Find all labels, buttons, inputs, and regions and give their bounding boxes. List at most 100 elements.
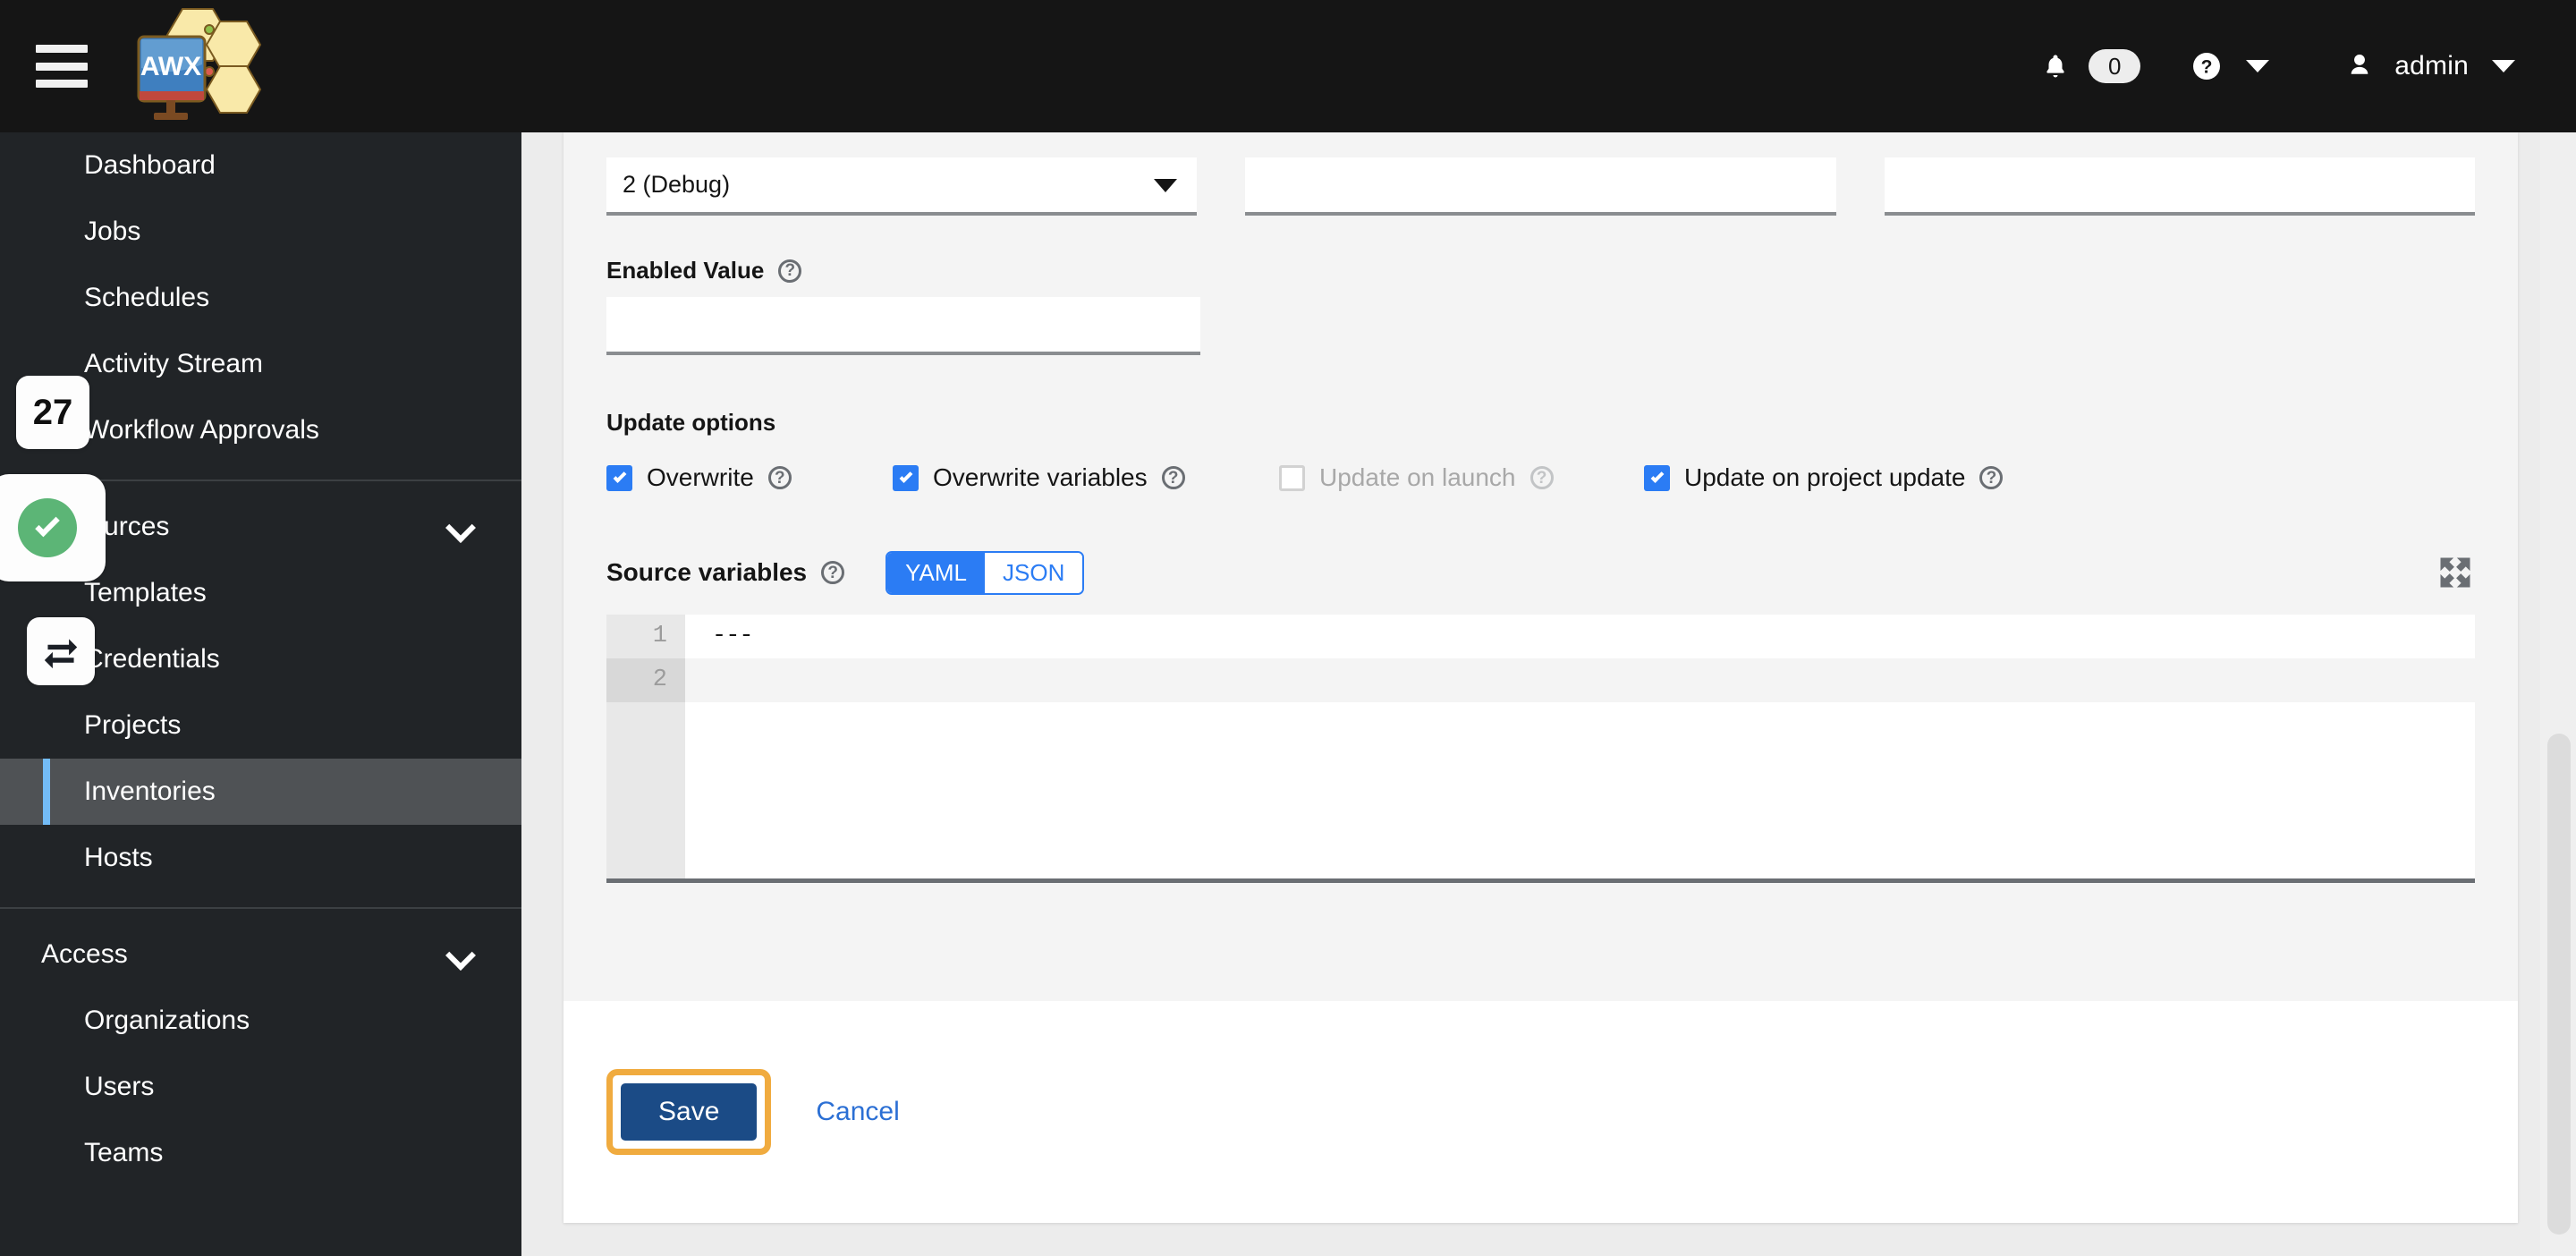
checkbox-box[interactable] (1644, 464, 1670, 491)
checkbox-label: Update on project update (1684, 463, 1966, 491)
awx-logo[interactable]: AWX (127, 4, 306, 129)
sidebar-divider (0, 907, 521, 909)
sidebar-item-label: Workflow Approvals (84, 415, 319, 445)
enabled-value-input[interactable] (606, 297, 1200, 355)
sidebar-item-jobs[interactable]: Jobs (0, 199, 521, 265)
enabled-value-field: Enabled Value ? (606, 257, 1200, 355)
sidebar-navigation: Dashboard Jobs Schedules Activity Stream… (0, 132, 521, 1256)
checkbox-overwrite[interactable]: Overwrite ? (606, 463, 893, 492)
source-variables-section: Source variables ? YAML JSON 1 2 --- (564, 551, 2518, 883)
inventory-source-form-card: 2 (Debug) Enabled Value ? Update options… (564, 132, 2518, 1223)
sidebar-group-resources: Templates Credentials Projects Inventori… (0, 560, 521, 891)
source-variables-label: Source variables (606, 558, 808, 587)
question-circle-icon: ? (2193, 53, 2221, 80)
format-toggle-group: YAML JSON (886, 551, 1085, 595)
cancel-button[interactable]: Cancel (816, 1097, 899, 1127)
help-icon[interactable]: ? (1530, 466, 1554, 489)
form-actions-footer: Save Cancel (564, 1001, 2518, 1223)
main-content: 2 (Debug) Enabled Value ? Update options… (521, 132, 2576, 1256)
sidebar-item-label: Hosts (84, 843, 153, 872)
check-mark (35, 512, 60, 538)
sidebar-item-label: Dashboard (84, 150, 216, 180)
user-name-label: admin (2394, 51, 2469, 81)
hamburger-menu-icon[interactable] (36, 45, 88, 88)
step-number-badge: 27 (16, 376, 89, 449)
expand-arrows-icon[interactable] (2436, 553, 2475, 592)
field-c-input[interactable] (1884, 157, 2475, 216)
sidebar-item-organizations[interactable]: Organizations (0, 988, 521, 1054)
sidebar-item-teams[interactable]: Teams (0, 1120, 521, 1186)
sidebar-item-dashboard[interactable]: Dashboard (0, 132, 521, 199)
field-b-input[interactable] (1245, 157, 1836, 216)
sidebar-item-users[interactable]: Users (0, 1054, 521, 1120)
sidebar-item-label: Organizations (84, 1006, 250, 1035)
help-icon[interactable]: ? (767, 466, 792, 489)
sidebar-section-access[interactable]: Access (0, 921, 521, 988)
bell-icon (2046, 55, 2064, 78)
sidebar-item-label: Schedules (84, 283, 210, 312)
sidebar-section-label: Access (41, 939, 128, 969)
swap-arrows-glyph (44, 639, 78, 669)
sidebar-item-label: Users (84, 1072, 155, 1101)
svg-text:?: ? (2201, 57, 2213, 78)
hamburger-bar (36, 45, 88, 53)
editor-gutter: 1 2 (606, 614, 685, 878)
sidebar-item-inventories[interactable]: Inventories (0, 759, 521, 825)
checkbox-label: Overwrite (647, 463, 754, 491)
verbosity-field: 2 (Debug) (606, 157, 1198, 216)
sidebar-item-label: Inventories (84, 777, 216, 806)
format-toggle-yaml[interactable]: YAML (887, 553, 985, 593)
sidebar-item-projects[interactable]: Projects (0, 692, 521, 759)
editor-line-number: 1 (652, 622, 667, 649)
update-options-checkbox-row: Overwrite ? Overwrite variables ? Update… (606, 463, 2475, 492)
notifications-button[interactable] (2021, 0, 2081, 132)
caret-down-icon[interactable] (2492, 60, 2515, 72)
sidebar-item-label: Credentials (84, 644, 220, 674)
svg-text:AWX: AWX (140, 52, 201, 81)
sidebar-item-label: Templates (84, 578, 207, 607)
chevron-down-icon[interactable] (448, 515, 471, 539)
checkbox-box[interactable] (893, 464, 919, 491)
notification-count-badge[interactable]: 0 (2089, 49, 2141, 83)
sidebar-item-schedules[interactable]: Schedules (0, 265, 521, 331)
source-variables-editor[interactable]: 1 2 --- (606, 614, 2475, 883)
hamburger-bar (36, 80, 88, 88)
checkbox-box[interactable] (606, 464, 632, 491)
help-icon[interactable]: ? (1979, 466, 2004, 489)
format-toggle-json[interactable]: JSON (985, 553, 1083, 593)
help-icon[interactable]: ? (821, 561, 845, 585)
caret-down-icon[interactable] (1154, 178, 1178, 192)
save-button[interactable]: Save (621, 1083, 758, 1141)
form-row-top: 2 (Debug) (564, 132, 2518, 216)
swap-arrows-icon[interactable] (27, 617, 95, 685)
checkbox-update-on-project-update[interactable]: Update on project update ? (1644, 463, 2004, 492)
editor-line[interactable] (685, 658, 2475, 702)
update-options-section: Update options Overwrite ? Overwrite var… (564, 409, 2518, 492)
masthead-toolbar: 0 ? admin (2021, 0, 2524, 132)
form-row-enabled-value: Enabled Value ? (564, 257, 2518, 355)
checkbox-overwrite-variables[interactable]: Overwrite variables ? (893, 463, 1279, 492)
editor-line[interactable]: --- (685, 615, 2475, 658)
user-menu-button[interactable]: admin (2335, 0, 2524, 132)
checkbox-update-on-launch: Update on launch ? (1279, 463, 1644, 492)
help-icon[interactable]: ? (1161, 466, 1185, 489)
help-icon[interactable]: ? (778, 259, 802, 283)
enabled-value-label-row: Enabled Value ? (606, 257, 1200, 284)
checkbox-box (1279, 464, 1305, 491)
page-scrollbar-thumb[interactable] (2547, 734, 2571, 1235)
enabled-value-label: Enabled Value (606, 257, 765, 284)
green-check-circle-icon (0, 474, 106, 581)
verbosity-select[interactable]: 2 (Debug) (606, 157, 1198, 216)
help-button[interactable]: ? (2182, 0, 2278, 132)
save-button-highlight: Save (606, 1069, 772, 1155)
sidebar-item-hosts[interactable]: Hosts (0, 825, 521, 891)
sidebar-item-label: Teams (84, 1138, 164, 1167)
checkbox-label: Overwrite variables (933, 463, 1148, 491)
editor-code-area[interactable]: --- (685, 615, 2475, 878)
caret-down-icon[interactable] (2246, 60, 2270, 72)
update-options-heading: Update options (606, 409, 776, 436)
chevron-down-icon[interactable] (448, 943, 471, 966)
checkbox-label: Update on launch (1319, 463, 1516, 491)
awx-logo-icon: AWX (137, 8, 262, 120)
masthead: AWX 0 ? admin (0, 0, 2576, 132)
